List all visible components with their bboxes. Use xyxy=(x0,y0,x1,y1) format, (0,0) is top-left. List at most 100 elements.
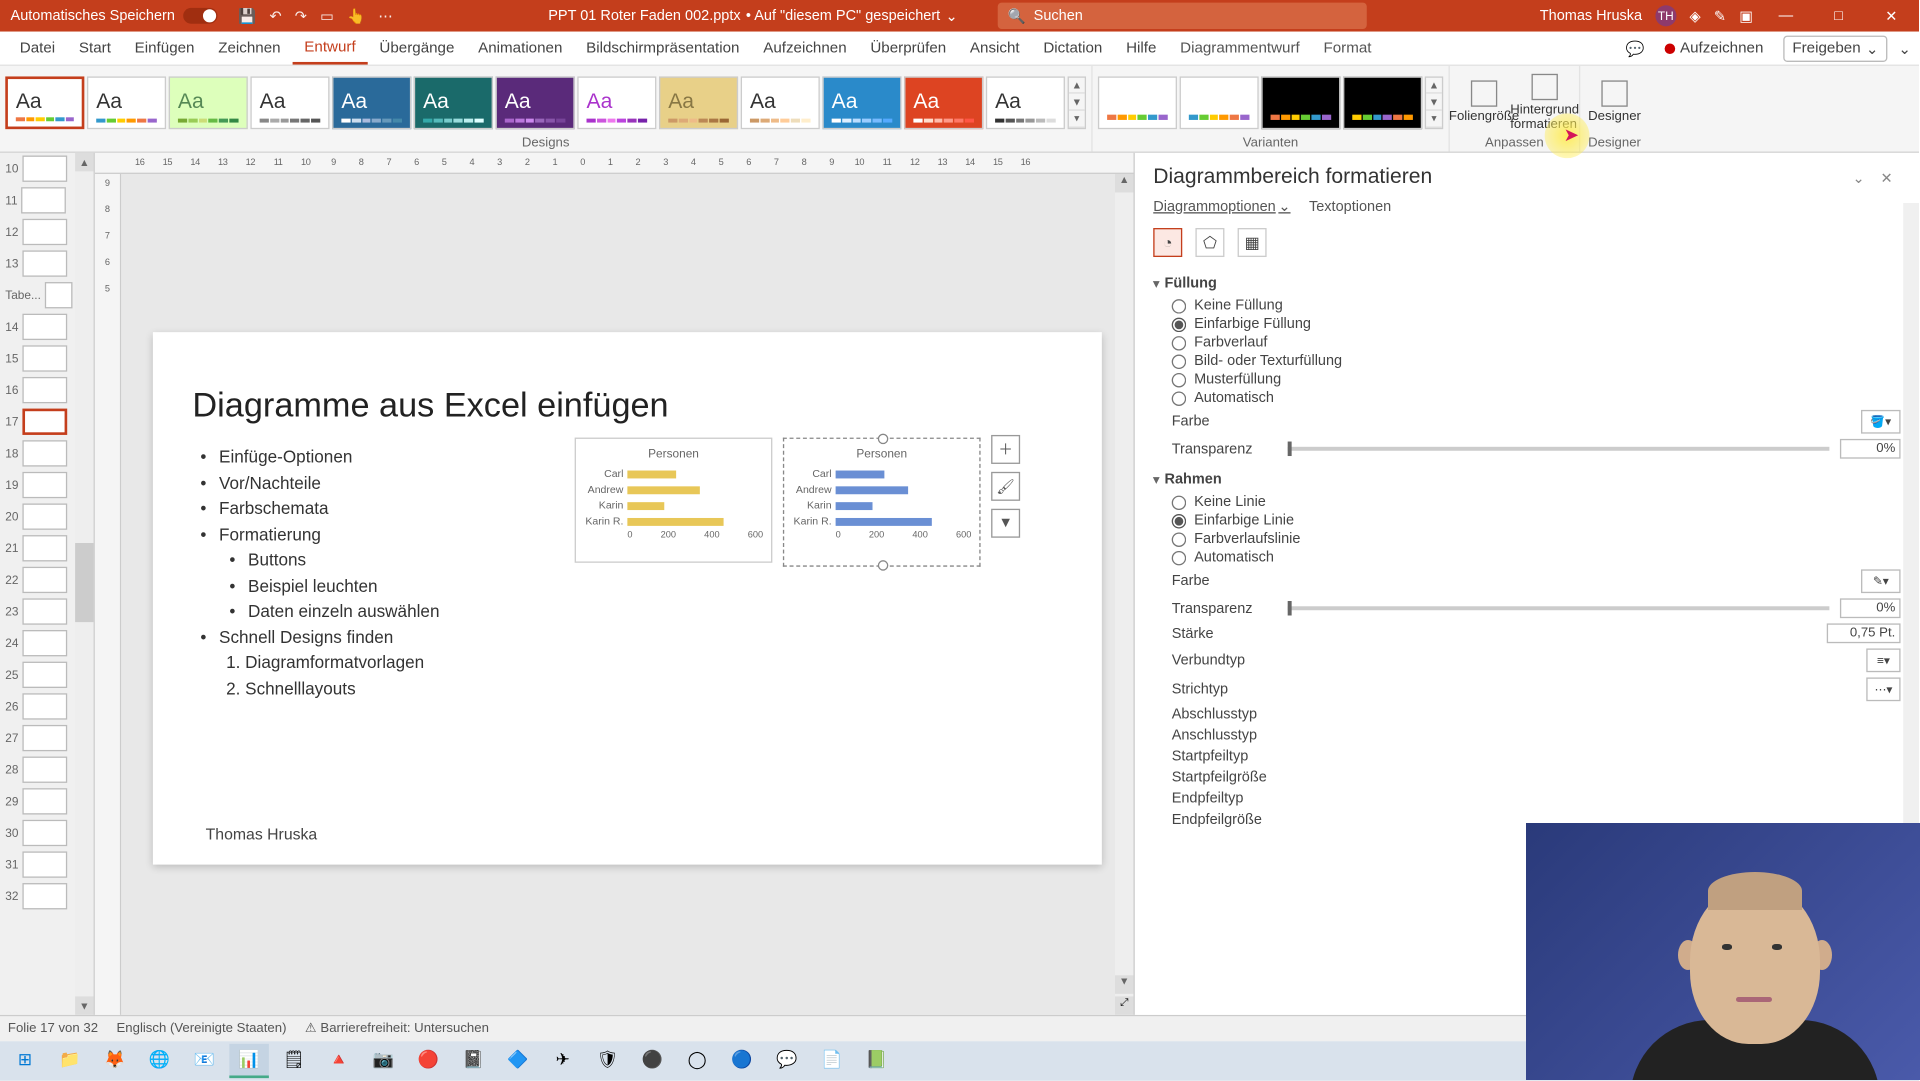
theme-thumb[interactable]: Aa xyxy=(496,76,575,129)
app-icon[interactable]: 🔵 xyxy=(722,1044,762,1078)
slide-thumbnail[interactable]: 23 xyxy=(0,596,75,628)
tab-uebergaenge[interactable]: Übergänge xyxy=(368,32,467,65)
section-fuellung[interactable]: Füllung xyxy=(1153,270,1900,296)
app-icon[interactable]: 📷 xyxy=(364,1044,404,1078)
border-solid-option[interactable]: Einfarbige Linie xyxy=(1153,511,1900,529)
tab-diagrammentwurf[interactable]: Diagrammentwurf xyxy=(1168,32,1311,65)
start-menu-button[interactable]: ⊞ xyxy=(5,1044,45,1078)
qat-more-icon[interactable]: ⋯ xyxy=(378,7,392,24)
vlc-icon[interactable]: 🔺 xyxy=(319,1044,359,1078)
gallery-more-button[interactable]: ▲▼▾ xyxy=(1425,76,1443,129)
theme-thumb[interactable]: Aa xyxy=(414,76,493,129)
vscode-icon[interactable]: 🔷 xyxy=(498,1044,538,1078)
slide-thumbnail[interactable]: 22 xyxy=(0,564,75,596)
chart-2-selected[interactable]: PersonenCarlAndrewKarinKarin R.020040060… xyxy=(783,438,981,567)
slide-thumbnails[interactable]: 10111213Tabe...1415161718192021222324252… xyxy=(0,153,95,1015)
tab-zeichnen[interactable]: Zeichnen xyxy=(206,32,292,65)
pane-options-icon[interactable]: ⌄ xyxy=(1845,167,1873,189)
canvas-scrollbar[interactable]: ▲ ▼ ⤢ xyxy=(1115,174,1133,1015)
slide-thumbnail[interactable]: 12 xyxy=(0,216,75,248)
pane-tab-diagrammoptionen[interactable]: Diagrammoptionen ⌄ xyxy=(1153,198,1290,215)
theme-thumb[interactable]: Aa xyxy=(986,76,1065,129)
window-icon[interactable]: ▣ xyxy=(1739,7,1753,24)
from-start-icon[interactable]: ▭ xyxy=(320,7,334,24)
diamond-icon[interactable]: ◈ xyxy=(1690,7,1701,24)
fill-auto-option[interactable]: Automatisch xyxy=(1153,389,1900,407)
theme-thumb[interactable]: Aa xyxy=(741,76,820,129)
slide-thumbnail[interactable]: 13 xyxy=(0,248,75,280)
slide-thumbnail[interactable]: 14 xyxy=(0,311,75,343)
theme-thumb[interactable]: Aa xyxy=(659,76,738,129)
pen-icon[interactable]: ✎ xyxy=(1714,7,1726,24)
thumbnails-scrollbar[interactable]: ▲ ▼ xyxy=(75,153,93,1015)
slide-thumbnail[interactable]: 10 xyxy=(0,153,75,185)
slide-thumbnail[interactable]: 27 xyxy=(0,722,75,754)
excel-icon[interactable]: 📗 xyxy=(857,1044,897,1078)
border-transp-value[interactable]: 0% xyxy=(1840,598,1901,618)
user-avatar[interactable]: TH xyxy=(1655,5,1676,26)
app-icon[interactable]: ◯ xyxy=(677,1044,717,1078)
scroll-down-icon[interactable]: ▼ xyxy=(75,996,93,1014)
border-transp-slider[interactable] xyxy=(1288,606,1830,610)
minimize-button[interactable]: — xyxy=(1766,8,1806,24)
variant-thumb[interactable] xyxy=(1343,76,1422,129)
outlook-icon[interactable]: 📧 xyxy=(185,1044,225,1078)
theme-gallery[interactable]: AaAaAaAaAaAaAaAaAaAaAaAaAa▲▼▾ xyxy=(5,69,1086,136)
close-button[interactable]: ✕ xyxy=(1872,7,1912,24)
border-none-option[interactable]: Keine Linie xyxy=(1153,493,1900,511)
tab-start[interactable]: Start xyxy=(67,32,123,65)
slide-thumbnail[interactable]: 21 xyxy=(0,532,75,564)
pane-tab-textoptionen[interactable]: Textoptionen xyxy=(1309,198,1391,215)
slide-thumbnail[interactable]: 26 xyxy=(0,691,75,723)
telegram-icon[interactable]: ✈ xyxy=(543,1044,583,1078)
border-color-picker[interactable]: ✎▾ xyxy=(1861,569,1901,593)
fill-transp-value[interactable]: 0% xyxy=(1840,439,1901,459)
slide[interactable]: Diagramme aus Excel einfügen Einfüge-Opt… xyxy=(153,332,1102,864)
slide-canvas[interactable]: Diagramme aus Excel einfügen Einfüge-Opt… xyxy=(121,174,1133,1015)
slide-thumbnail[interactable]: 15 xyxy=(0,343,75,375)
slide-thumbnail[interactable]: 17 xyxy=(0,406,75,438)
slide-thumbnail[interactable]: Tabe... xyxy=(0,279,75,311)
variant-gallery[interactable]: ▲▼▾ xyxy=(1098,69,1443,136)
firefox-icon[interactable]: 🦊 xyxy=(95,1044,135,1078)
language-status[interactable]: Englisch (Vereinigte Staaten) xyxy=(116,1021,286,1035)
fill-none-option[interactable]: Keine Füllung xyxy=(1153,297,1900,315)
fill-transp-slider[interactable] xyxy=(1288,447,1830,451)
slide-thumbnail[interactable]: 28 xyxy=(0,754,75,786)
section-rahmen[interactable]: Rahmen xyxy=(1153,467,1900,493)
tab-entwurf[interactable]: Entwurf xyxy=(292,32,367,65)
slide-thumbnail[interactable]: 19 xyxy=(0,469,75,501)
theme-thumb[interactable]: Aa xyxy=(87,76,166,129)
comments-icon[interactable]: 💬 xyxy=(1625,39,1644,57)
chrome-icon[interactable]: 🌐 xyxy=(140,1044,180,1078)
theme-thumb[interactable]: Aa xyxy=(577,76,656,129)
app-icon[interactable]: 💬 xyxy=(767,1044,807,1078)
app-icon[interactable]: 🛡 xyxy=(588,1044,628,1078)
slide-thumbnail[interactable]: 30 xyxy=(0,817,75,849)
fill-pattern-option[interactable]: Musterfüllung xyxy=(1153,370,1900,388)
touch-icon[interactable]: 👆 xyxy=(347,7,365,24)
onenote-icon[interactable]: 📓 xyxy=(453,1044,493,1078)
slide-thumbnail[interactable]: 11 xyxy=(0,185,75,217)
hintergrund-button[interactable]: Hintergrund formatieren xyxy=(1516,71,1574,134)
fill-solid-option[interactable]: Einfarbige Füllung xyxy=(1153,315,1900,333)
border-compound-dd[interactable]: ≡▾ xyxy=(1866,648,1900,672)
variant-thumb[interactable] xyxy=(1098,76,1177,129)
freigeben-button[interactable]: Freigeben ⌄ xyxy=(1783,35,1888,61)
app-icon[interactable]: 🗒 xyxy=(274,1044,314,1078)
chart-filters-button[interactable]: ▼ xyxy=(991,509,1020,538)
theme-thumb[interactable]: Aa xyxy=(332,76,411,129)
designer-button[interactable]: Designer xyxy=(1586,78,1644,127)
variant-thumb[interactable] xyxy=(1180,76,1259,129)
fill-color-picker[interactable]: 🪣▾ xyxy=(1861,410,1901,434)
fit-icon[interactable]: ⤢ xyxy=(1115,996,1133,1014)
slide-thumbnail[interactable]: 31 xyxy=(0,849,75,881)
document-title[interactable]: PPT 01 Roter Faden 002.pptx • Auf "diese… xyxy=(548,7,957,24)
app-icon[interactable]: 🔴 xyxy=(409,1044,449,1078)
slide-counter[interactable]: Folie 17 von 32 xyxy=(8,1021,98,1035)
slide-thumbnail[interactable]: 24 xyxy=(0,627,75,659)
app-icon[interactable]: 📄 xyxy=(812,1044,852,1078)
pane-close-icon[interactable]: ✕ xyxy=(1873,167,1901,189)
tab-hilfe[interactable]: Hilfe xyxy=(1114,32,1168,65)
search-box[interactable]: 🔍 Suchen xyxy=(997,3,1366,29)
